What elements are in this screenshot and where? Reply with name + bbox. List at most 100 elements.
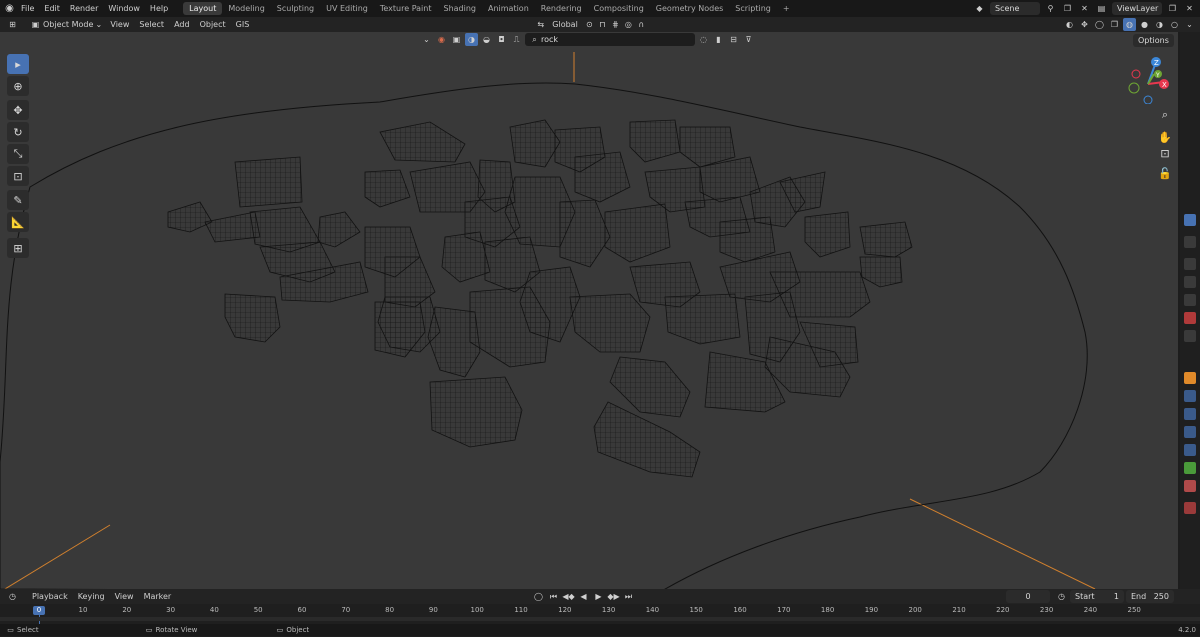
play-icon[interactable]: ▶ [592,590,605,603]
xray-icon[interactable]: ❐ [1108,18,1121,31]
select-box-tool[interactable]: ▸ [7,54,29,74]
data-tab-icon[interactable] [1184,462,1196,474]
menu-select[interactable]: Select [134,17,169,32]
menu-object[interactable]: Object [195,17,231,32]
visibility-icon[interactable]: ◐ [1063,18,1076,31]
tab-sculpting[interactable]: Sculpting [271,2,320,15]
tab-modeling[interactable]: Modeling [222,2,270,15]
menu-render[interactable]: Render [65,1,103,16]
tab-uv-editing[interactable]: UV Editing [320,2,374,15]
menu-view[interactable]: View [105,17,134,32]
shading-wireframe-icon[interactable]: ◍ [1123,18,1136,31]
current-frame-field[interactable]: 0 [1006,590,1050,603]
material-tab-icon[interactable] [1184,480,1196,492]
zoom-icon[interactable]: ⌕ [1156,106,1174,124]
lock-icon[interactable]: 🔓 [1156,164,1174,182]
tab-scripting[interactable]: Scripting [729,2,777,15]
tab-texture-paint[interactable]: Texture Paint [374,2,438,15]
tab-geometry-nodes[interactable]: Geometry Nodes [650,2,729,15]
rotate-tool[interactable]: ↻ [7,122,29,142]
tab-compositing[interactable]: Compositing [588,2,650,15]
filter-camera-icon[interactable]: ◘ [495,33,508,46]
measure-tool[interactable]: 📐 [7,212,29,232]
overlay-icon[interactable]: ◯ [1093,18,1106,31]
start-frame-field[interactable]: Start 1 [1070,590,1124,603]
cursor-tool[interactable]: ⊕ [7,76,29,96]
copy-layer-icon[interactable]: ❐ [1166,2,1179,15]
bookmark-icon[interactable]: ▮ [712,33,725,46]
tab-rendering[interactable]: Rendering [535,2,588,15]
particles-tab-icon[interactable] [1184,408,1196,420]
timeline-ruler[interactable]: 0 10 20 30 40 50 60 70 80 90 100 110 120 130 140 150 16… [0,604,1200,624]
object-tab-icon[interactable] [1184,372,1196,384]
gizmo-neg-x[interactable] [1131,69,1141,79]
shading-solid-icon[interactable]: ● [1138,18,1151,31]
end-frame-field[interactable]: End 250 [1126,590,1174,603]
menu-playback[interactable]: Playback [27,589,73,604]
shading-material-icon[interactable]: ◑ [1153,18,1166,31]
move-tool[interactable]: ✥ [7,100,29,120]
world-tab-icon[interactable] [1184,312,1196,324]
collapse-icon[interactable]: ⌄ [420,33,433,46]
3d-viewport[interactable]: ▸ ⊕ ✥ ↻ ⤡ ⊡ ✎ 📐 ⊞ Z X Y ⌕ ✋ ⊡ 🔓 ⌄ ◉ ▣ ◑ … [0,32,1178,589]
filter-mesh-icon[interactable]: ◑ [465,33,478,46]
output-tab-icon[interactable] [1184,258,1196,270]
search-input[interactable] [541,35,681,44]
scale-tool[interactable]: ⤡ [7,144,29,164]
menu-help[interactable]: Help [145,1,173,16]
shading-options-icon[interactable]: ⌄ [1183,18,1196,31]
playhead[interactable]: 0 [33,606,45,615]
filter-empty-icon[interactable]: ⎍ [510,33,523,46]
gizmo-neg-y[interactable] [1128,82,1140,94]
record-icon[interactable]: ◯ [532,590,545,603]
copy-scene-icon[interactable]: ❐ [1061,2,1074,15]
annotate-tool[interactable]: ✎ [7,190,29,210]
add-workspace-button[interactable]: + [777,2,796,15]
view-layer-tab-icon[interactable] [1184,276,1196,288]
options-button[interactable]: Options [1133,34,1174,47]
camera-icon[interactable]: ⊡ [1156,144,1174,162]
filter-object-icon[interactable]: ▣ [450,33,463,46]
next-key-icon[interactable]: ◆▶ [607,590,620,603]
menu-keying[interactable]: Keying [73,589,110,604]
snap-target-icon[interactable]: ⋕ [609,18,622,31]
tool-tab-icon[interactable] [1184,214,1196,226]
navigation-gizmo[interactable]: Z X Y [1128,54,1172,104]
menu-gis[interactable]: GIS [231,17,255,32]
constraints-tab-icon[interactable] [1184,444,1196,456]
viewport-canvas[interactable] [0,32,1178,589]
add-cube-tool[interactable]: ⊞ [7,238,29,258]
timeline-scrollbar[interactable] [0,617,1200,621]
tab-animation[interactable]: Animation [482,2,535,15]
modifier-tab-icon[interactable] [1184,390,1196,402]
mode-dropdown[interactable]: Object Mode [42,17,98,32]
transform-tool[interactable]: ⊡ [7,166,29,186]
jump-end-icon[interactable]: ⏭ [622,590,635,603]
scene-tab-icon[interactable] [1184,294,1196,306]
collection-tab-icon[interactable] [1184,330,1196,342]
shading-rendered-icon[interactable]: ○ [1168,18,1181,31]
prev-key-icon[interactable]: ◀◆ [562,590,575,603]
view-layer-field[interactable]: ViewLayer [1112,2,1162,15]
pivot-icon[interactable]: ⊙ [583,18,596,31]
editor-type-icon[interactable]: ⊞ [6,18,19,31]
delete-scene-icon[interactable]: ✕ [1078,2,1091,15]
menu-add[interactable]: Add [169,17,195,32]
menu-file[interactable]: File [16,1,39,16]
filter-light-icon[interactable]: ◒ [480,33,493,46]
filter-icon[interactable]: ⊽ [742,33,755,46]
render-tab-icon[interactable] [1184,236,1196,248]
texture-tab-icon[interactable] [1184,502,1196,514]
orientation-dropdown[interactable]: Global [547,17,583,32]
blender-icon[interactable]: ◉ [3,2,16,15]
menu-timeline-view[interactable]: View [110,589,139,604]
falloff-icon[interactable]: ∩ [635,18,648,31]
pin-icon[interactable]: ⚲ [1044,2,1057,15]
snap-icon[interactable]: ⊓ [596,18,609,31]
play-reverse-icon[interactable]: ◀ [577,590,590,603]
clear-search-icon[interactable]: ◌ [697,33,710,46]
tab-layout[interactable]: Layout [183,2,223,15]
proportional-edit-icon[interactable]: ◎ [622,18,635,31]
menu-window[interactable]: Window [103,1,145,16]
gizmo-icon[interactable]: ✥ [1078,18,1091,31]
